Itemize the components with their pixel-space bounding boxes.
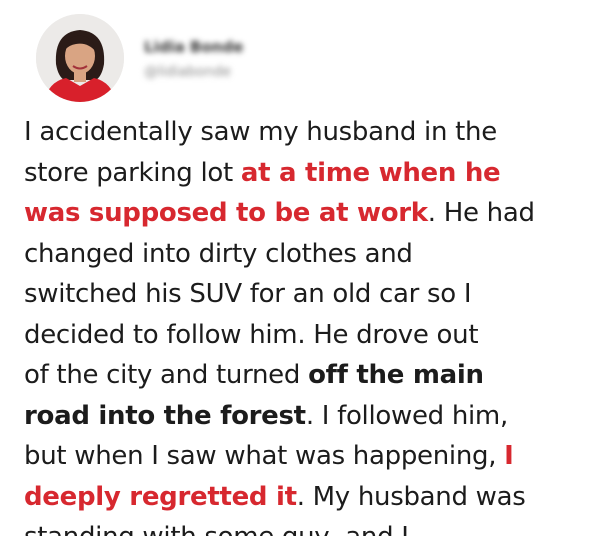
author-handle[interactable]: @lidiabonde [144, 64, 231, 80]
post-text-segment: . I followed him, [305, 400, 508, 431]
post-text-segment: switched his SUV for an old car so I [24, 279, 472, 309]
post-line: of the city and turned off the main [24, 355, 584, 396]
post-card: Lidia Bonde @lidiabonde I accidentally s… [0, 0, 600, 536]
author-info: Lidia Bonde @lidiabonde [144, 38, 304, 88]
post-text: I accidentally saw my husband in the stor… [24, 112, 584, 536]
highlighted-text: was supposed to be at work [24, 198, 428, 228]
author-name[interactable]: Lidia Bonde [144, 38, 243, 56]
highlighted-text: I [504, 441, 514, 471]
post-text-segment: I accidentally saw my husband in the [24, 117, 497, 147]
post-line: I accidentally saw my husband in the [24, 112, 584, 153]
avatar-photo-icon [36, 14, 124, 102]
post-text-segment: store parking lot [24, 157, 241, 188]
post-text-segment: . He had [427, 198, 535, 228]
highlighted-text: deeply regretted it [24, 481, 297, 512]
post-text-segment: but when I saw what was happening, [24, 441, 505, 471]
post-line: changed into dirty clothes and [24, 234, 584, 275]
bold-text: off the main [308, 360, 484, 390]
avatar[interactable] [36, 14, 124, 102]
post-line: switched his SUV for an old car so I [24, 274, 584, 315]
post-text-segment: decided to follow him. He drove out [24, 319, 479, 350]
post-text-segment: of the city and turned [24, 360, 309, 390]
post-line: deeply regretted it. My husband was [24, 477, 584, 518]
post-line: road into the forest. I followed him, [24, 396, 584, 437]
post-text-segment: changed into dirty clothes and [24, 238, 413, 269]
post-text-segment: . My husband was [296, 481, 526, 512]
bold-text: road into the forest [24, 400, 306, 431]
post-line: store parking lot at a time when he [24, 153, 584, 194]
post-line: decided to follow him. He drove out [24, 315, 584, 356]
post-line: standing with some guy, and I [24, 517, 584, 536]
post-line: was supposed to be at work. He had [24, 193, 584, 234]
post-text-segment: standing with some guy, and I [24, 522, 409, 536]
highlighted-text: at a time when he [240, 157, 501, 188]
post-line: but when I saw what was happening, I [24, 436, 584, 477]
